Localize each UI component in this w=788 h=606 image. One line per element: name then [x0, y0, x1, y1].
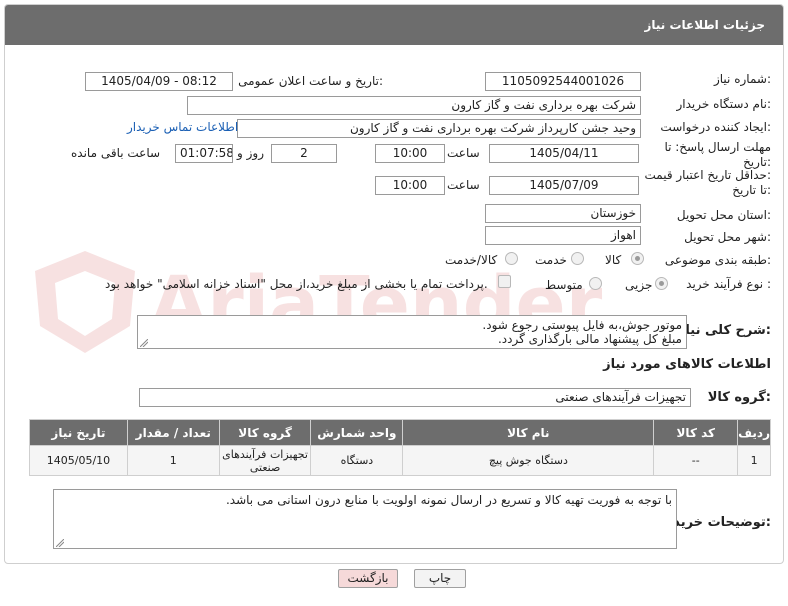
table-header-row: ردیف کد کالا نام کالا واحد شمارش گروه کا…: [29, 419, 771, 446]
col-header-row-number: ردیف: [737, 419, 771, 446]
back-button[interactable]: بازگشت: [338, 569, 398, 588]
print-button[interactable]: چاپ: [414, 569, 466, 588]
details-panel: جزئیات اطلاعات نیاز AriaTender.net شماره…: [4, 4, 784, 564]
category-option-goods: کالا: [605, 253, 622, 267]
buyer-notes-label: توضیحات خریدار:: [661, 515, 771, 530]
remaining-time-field: 01:07:58: [175, 144, 233, 163]
remaining-time-label: ساعت باقی مانده: [71, 146, 161, 160]
resize-grip-icon[interactable]: [56, 539, 64, 547]
panel-title: جزئیات اطلاعات نیاز: [5, 5, 783, 45]
price-validity-label: حداقل تاریخ اعتبار قیمت:: [644, 168, 771, 182]
reply-time-label: ساعت: [447, 146, 480, 160]
cell-unit: دستگاه: [310, 445, 404, 476]
col-header-quantity: تعداد / مقدار: [126, 419, 220, 446]
process-label: نوع فرآیند خرید :: [686, 277, 771, 291]
description-line-1: موتور جوش،به فایل پیوستی رجوع شود.: [482, 318, 682, 332]
cell-goods-name: دستگاه جوش پیچ: [402, 445, 655, 476]
need-number-field: 1105092544001026: [485, 72, 641, 91]
buyer-notes-textarea[interactable]: با توجه به فوریت تهیه کالا و تسریع در ار…: [53, 489, 677, 549]
need-number-label: شماره نیاز:: [713, 72, 771, 86]
price-validity-time-label: ساعت: [447, 178, 480, 192]
reply-deadline-label-2: تاریخ:: [743, 155, 771, 169]
col-header-goods-group: گروه کالا: [218, 419, 312, 446]
category-radio-service[interactable]: [571, 252, 584, 265]
process-option-minor: جزیی: [625, 278, 653, 292]
col-header-unit: واحد شمارش: [310, 419, 404, 446]
buyer-contact-link[interactable]: اطلاعات تماس خریدار: [127, 120, 238, 134]
resize-grip-icon[interactable]: [140, 339, 148, 347]
cell-row-number: 1: [737, 445, 771, 476]
buyer-org-label: نام دستگاه خریدار:: [676, 97, 772, 111]
days-label: روز و: [237, 146, 264, 160]
requester-field: وحید جشن کارپرداز شرکت بهره برداری نفت و…: [237, 119, 641, 138]
description-line-2: مبلغ کل پیشنهاد مالی بارگذاری گردد.: [497, 332, 682, 346]
cell-goods-group: تجهیزات فرآیندهای صنعتی: [218, 445, 312, 476]
price-validity-time-field: 10:00: [375, 176, 445, 195]
announce-field: 1405/04/09 - 08:12: [85, 72, 233, 91]
col-header-goods-code: کد کالا: [653, 419, 739, 446]
table-row[interactable]: 1 -- دستگاه جوش پیچ دستگاه تجهیزات فرآین…: [29, 445, 771, 476]
reply-deadline-label: مهلت ارسال پاسخ: تا: [664, 140, 771, 154]
city-label: شهر محل تحویل:: [684, 230, 771, 244]
price-validity-date-field: 1405/07/09: [489, 176, 639, 195]
days-field: 2: [271, 144, 337, 163]
cell-need-date: 1405/05/10: [29, 445, 128, 476]
city-field: اهواز: [485, 226, 641, 245]
buyer-org-field: شرکت بهره برداری نفت و گاز کارون: [187, 96, 641, 115]
treasury-payment-note: پرداخت تمام یا بخشی از مبلغ خرید،از محل …: [105, 277, 488, 291]
col-header-need-date: تاریخ نیاز: [29, 419, 128, 446]
category-radio-goods-service[interactable]: [505, 252, 518, 265]
price-validity-label-2: تا تاریخ:: [732, 183, 771, 197]
watermark-shield-icon: [35, 251, 135, 353]
category-label: طبقه بندی موضوعی:: [664, 253, 771, 267]
cell-goods-code: --: [653, 445, 739, 476]
goods-group-field: تجهیزات فرآیندهای صنعتی: [139, 388, 691, 407]
buyer-notes-text: با توجه به فوریت تهیه کالا و تسریع در ار…: [225, 493, 672, 507]
province-label: استان محل تحویل:: [676, 208, 771, 222]
description-textarea[interactable]: موتور جوش،به فایل پیوستی رجوع شود. مبلغ …: [137, 315, 687, 349]
process-radio-minor[interactable]: [655, 277, 668, 290]
process-radio-medium[interactable]: [589, 277, 602, 290]
announce-label: تاریخ و ساعت اعلان عمومی:: [238, 74, 383, 88]
goods-table: ردیف کد کالا نام کالا واحد شمارش گروه کا…: [29, 419, 771, 476]
category-option-goods-service: کالا/خدمت: [445, 253, 498, 267]
goods-info-title: اطلاعات کالاهای مورد نیاز: [603, 357, 771, 372]
description-label: شرح کلی نیاز:: [677, 323, 771, 338]
goods-group-label: گروه کالا:: [707, 390, 771, 405]
treasury-payment-checkbox[interactable]: [498, 275, 511, 288]
process-option-medium: متوسط: [545, 278, 583, 292]
requester-label: ایجاد کننده درخواست:: [660, 120, 771, 134]
cell-quantity: 1: [126, 445, 220, 476]
col-header-goods-name: نام کالا: [402, 419, 655, 446]
reply-time-field: 10:00: [375, 144, 445, 163]
category-radio-goods[interactable]: [631, 252, 644, 265]
province-field: خوزستان: [485, 204, 641, 223]
reply-date-field: 1405/04/11: [489, 144, 639, 163]
category-option-service: خدمت: [535, 253, 567, 267]
